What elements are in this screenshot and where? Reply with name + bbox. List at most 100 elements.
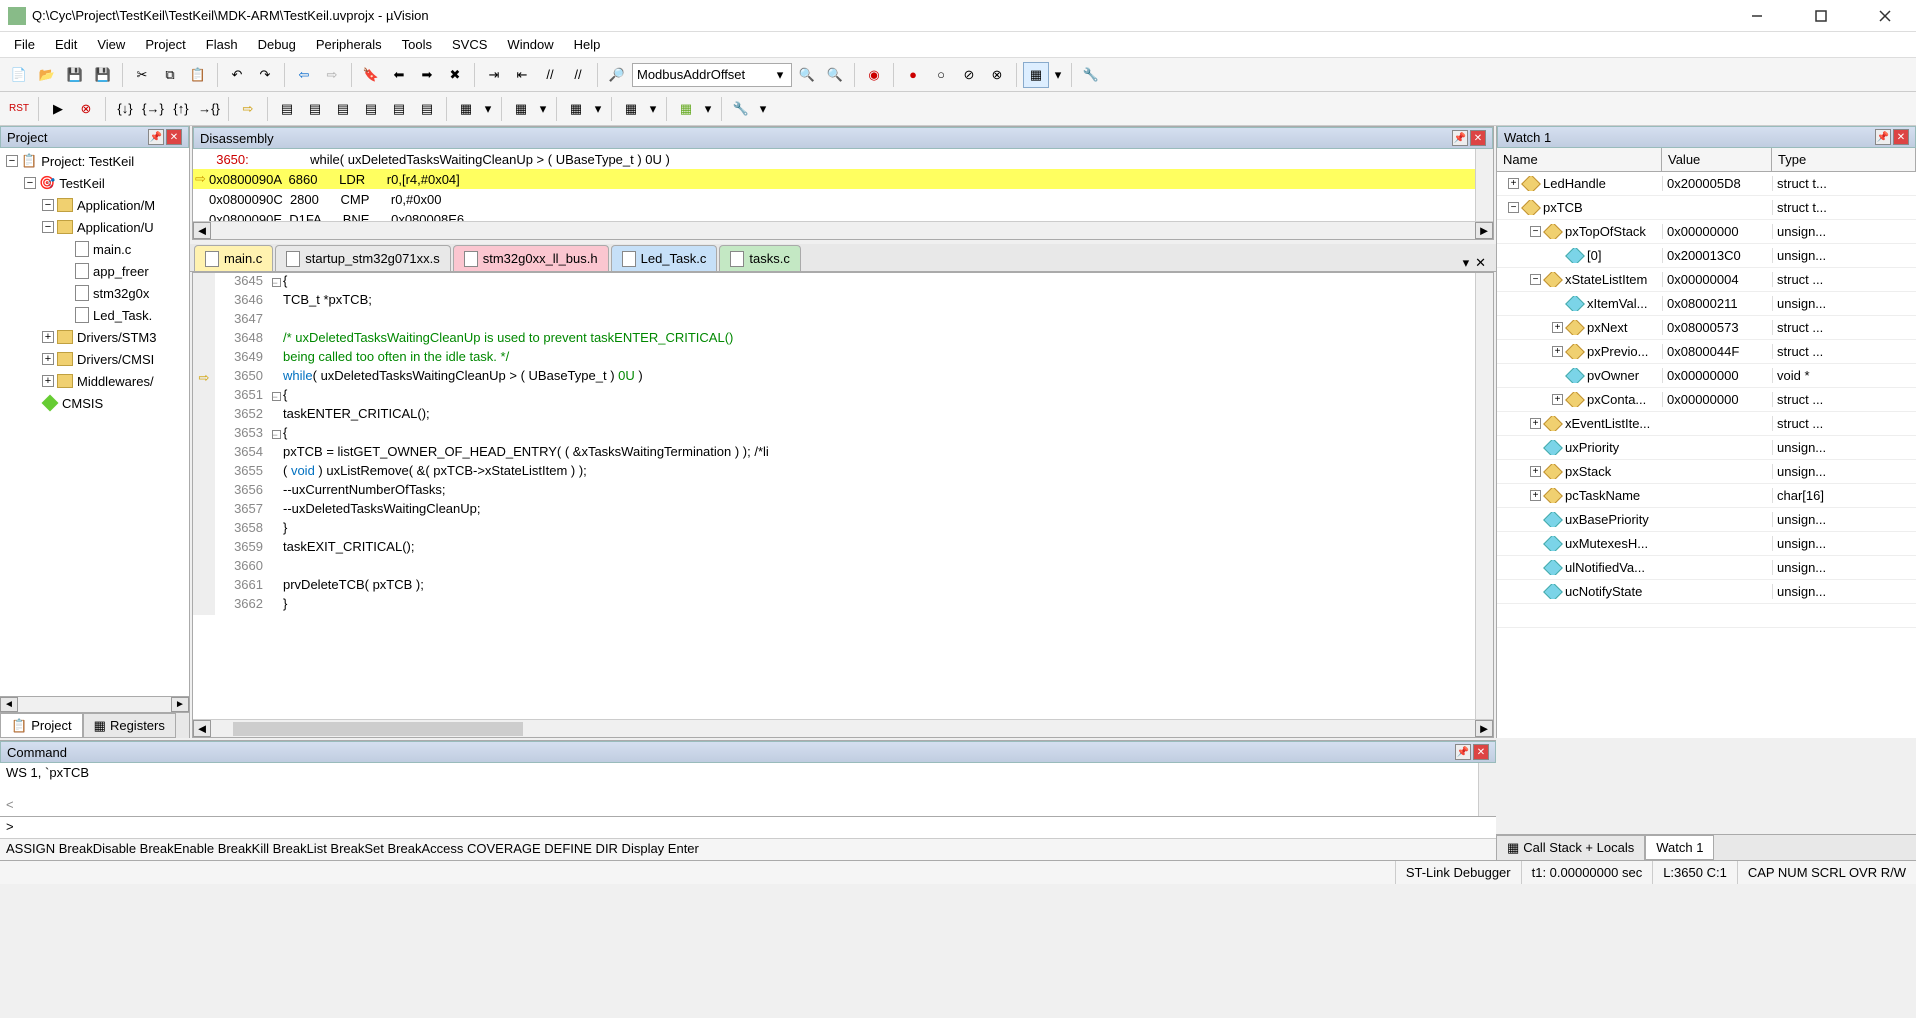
minimize-button[interactable] (1734, 1, 1780, 31)
tree-item[interactable]: −Application/M (0, 194, 189, 216)
tree-item[interactable]: +Drivers/CMSI (0, 348, 189, 370)
pin-icon[interactable]: 📌 (1452, 130, 1468, 146)
watch-row[interactable]: +LedHandle0x200005D8struct t... (1497, 172, 1916, 196)
watch-row[interactable]: ucNotifyStateunsign... (1497, 580, 1916, 604)
watch-row[interactable]: uxPriorityunsign... (1497, 436, 1916, 460)
find-icon[interactable]: 🔍 (794, 62, 820, 88)
stop-icon[interactable]: ⊗ (73, 96, 99, 122)
breakpoint-enable-icon[interactable]: ○ (928, 62, 954, 88)
watch-row[interactable]: pvOwner0x00000000void * (1497, 364, 1916, 388)
memory-window-icon[interactable]: ▦ (453, 96, 479, 122)
scrollbar-horizontal[interactable]: ◄ ► (193, 719, 1493, 737)
close-icon[interactable]: ✕ (1470, 130, 1486, 146)
breakpoint-kill-icon[interactable]: ⊗ (984, 62, 1010, 88)
menu-project[interactable]: Project (135, 33, 195, 56)
menu-edit[interactable]: Edit (45, 33, 87, 56)
indent-icon[interactable]: ⇥ (481, 62, 507, 88)
tree-item[interactable]: +Middlewares/ (0, 370, 189, 392)
editor-tab[interactable]: main.c (194, 245, 273, 271)
tree-item[interactable]: −🎯TestKeil (0, 172, 189, 194)
watch-row[interactable]: xItemVal...0x08000211unsign... (1497, 292, 1916, 316)
tree-item[interactable]: −Application/U (0, 216, 189, 238)
scrollbar-horizontal[interactable]: ◄ ► (193, 221, 1493, 239)
close-icon[interactable]: ✕ (1893, 129, 1909, 145)
watch-row[interactable]: +pxNext0x08000573struct ... (1497, 316, 1916, 340)
undo-icon[interactable]: ↶ (224, 62, 250, 88)
nav-back-icon[interactable]: ⇦ (291, 62, 317, 88)
bookmark-next-icon[interactable]: ➡ (414, 62, 440, 88)
window-layout-icon[interactable]: ▦ (1023, 62, 1049, 88)
bookmark-icon[interactable]: 🔖 (358, 62, 384, 88)
redo-icon[interactable]: ↷ (252, 62, 278, 88)
watch-row[interactable]: −pxTCBstruct t... (1497, 196, 1916, 220)
close-button[interactable] (1862, 1, 1908, 31)
menu-window[interactable]: Window (497, 33, 563, 56)
registers-window-icon[interactable]: ▤ (358, 96, 384, 122)
outdent-icon[interactable]: ⇤ (509, 62, 535, 88)
find-in-files-icon[interactable]: 🔎 (604, 62, 630, 88)
watch-row[interactable]: +pxStackunsign... (1497, 460, 1916, 484)
uncomment-icon[interactable]: // (565, 62, 591, 88)
watch-row[interactable]: +pxConta...0x00000000struct ... (1497, 388, 1916, 412)
paste-icon[interactable]: 📋 (185, 62, 211, 88)
bookmark-clear-icon[interactable]: ✖ (442, 62, 468, 88)
menu-peripherals[interactable]: Peripherals (306, 33, 392, 56)
editor-tab[interactable]: stm32g0xx_ll_bus.h (453, 245, 609, 271)
pin-icon[interactable]: 📌 (148, 129, 164, 145)
tree-item[interactable]: Led_Task. (0, 304, 189, 326)
step-out-icon[interactable]: {↑} (168, 96, 194, 122)
menu-flash[interactable]: Flash (196, 33, 248, 56)
command-input[interactable]: > (0, 816, 1496, 838)
menu-help[interactable]: Help (564, 33, 611, 56)
project-tab[interactable]: 📋 Project (0, 713, 83, 738)
save-all-icon[interactable]: 💾 (90, 62, 116, 88)
pin-icon[interactable]: 📌 (1455, 744, 1471, 760)
editor-tab[interactable]: startup_stm32g071xx.s (275, 245, 450, 271)
step-over-icon[interactable]: {→} (140, 96, 166, 122)
close-tab-icon[interactable]: ✕ (1475, 255, 1486, 271)
toolbox-icon[interactable]: 🔧 (728, 96, 754, 122)
tree-item[interactable]: stm32g0x (0, 282, 189, 304)
tab-list-icon[interactable]: ▾ (1463, 255, 1470, 271)
close-icon[interactable]: ✕ (166, 129, 182, 145)
symbol-window-icon[interactable]: ▤ (330, 96, 356, 122)
find-next-icon[interactable]: 🔍 (822, 62, 848, 88)
save-icon[interactable]: 💾 (62, 62, 88, 88)
menu-svcs[interactable]: SVCS (442, 33, 497, 56)
disasm-window-icon[interactable]: ▤ (302, 96, 328, 122)
watch-row[interactable]: +pcTaskNamechar[16] (1497, 484, 1916, 508)
registers-tab[interactable]: ▦ Registers (83, 713, 176, 738)
breakpoint-disable-icon[interactable]: ⊘ (956, 62, 982, 88)
scrollbar-vertical[interactable] (1475, 149, 1493, 221)
command-window-icon[interactable]: ▤ (274, 96, 300, 122)
project-hscroll[interactable]: ◄► (0, 696, 189, 712)
watch-row[interactable]: −xStateListItem0x00000004struct ... (1497, 268, 1916, 292)
menu-tools[interactable]: Tools (392, 33, 442, 56)
configure-icon[interactable]: 🔧 (1078, 62, 1104, 88)
watch-enter-expression[interactable] (1497, 604, 1916, 628)
watch-window-icon[interactable]: ▤ (414, 96, 440, 122)
menu-view[interactable]: View (87, 33, 135, 56)
watch1-tab[interactable]: Watch 1 (1645, 835, 1714, 860)
watch-row[interactable]: ulNotifiedVa...unsign... (1497, 556, 1916, 580)
tree-item[interactable]: −📋Project: TestKeil (0, 150, 189, 172)
pin-icon[interactable]: 📌 (1875, 129, 1891, 145)
editor-tab[interactable]: tasks.c (719, 245, 800, 271)
project-tree[interactable]: −📋Project: TestKeil−🎯TestKeil−Applicatio… (0, 148, 189, 696)
tree-item[interactable]: main.c (0, 238, 189, 260)
watch-row[interactable]: −pxTopOfStack0x00000000unsign... (1497, 220, 1916, 244)
menu-debug[interactable]: Debug (248, 33, 306, 56)
find-combo[interactable]: ModbusAddrOffset▾ (632, 63, 792, 87)
bookmark-prev-icon[interactable]: ⬅ (386, 62, 412, 88)
breakpoint-insert-icon[interactable]: ● (900, 62, 926, 88)
watch-row[interactable]: [0]0x200013C0unsign... (1497, 244, 1916, 268)
reset-icon[interactable]: RST (6, 96, 32, 122)
watch-tree[interactable]: +LedHandle0x200005D8struct t...−pxTCBstr… (1497, 172, 1916, 738)
cut-icon[interactable]: ✂ (129, 62, 155, 88)
tree-item[interactable]: +Drivers/STM3 (0, 326, 189, 348)
watch-row[interactable]: uxBasePriorityunsign... (1497, 508, 1916, 532)
close-icon[interactable]: ✕ (1473, 744, 1489, 760)
debug-icon[interactable]: ◉ (861, 62, 887, 88)
command-output[interactable]: WS 1, `pxTCB < (0, 763, 1496, 816)
run-icon[interactable]: ▶ (45, 96, 71, 122)
